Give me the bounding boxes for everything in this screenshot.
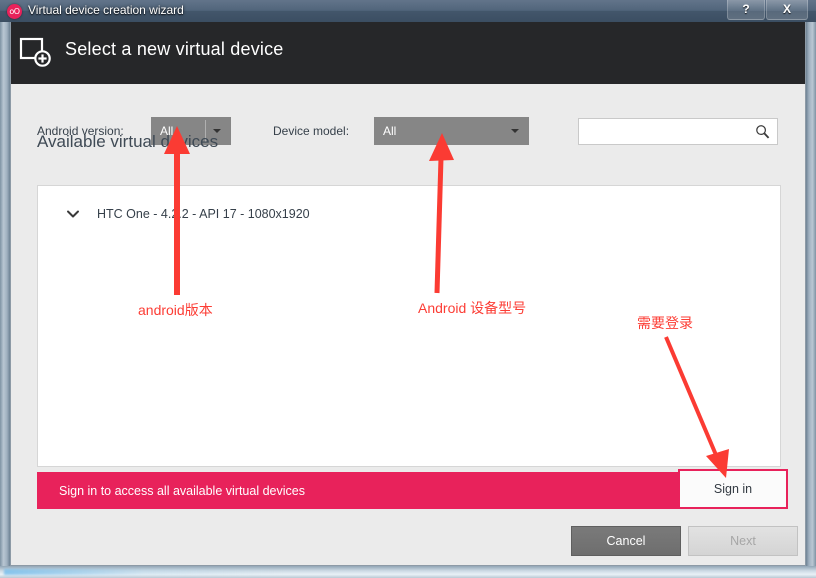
search-icon[interactable] [755,124,770,139]
signin-message: Sign in to access all available virtual … [59,483,305,498]
window-frame-right-edge [806,0,816,578]
device-model-value: All [383,124,397,138]
window-title: Virtual device creation wizard [28,3,184,17]
sign-in-button[interactable]: Sign in [678,469,788,509]
signin-banner: Sign in to access all available virtual … [37,469,788,509]
filter-bar: Android version: All Device model: All [11,84,805,145]
cancel-button[interactable]: Cancel [571,526,681,556]
genymotion-logo-icon: oO [7,4,22,19]
dialog-header: Select a new virtual device [11,22,805,84]
window-titlebar[interactable]: oO Virtual device creation wizard ? X [0,0,816,22]
window-frame-bottom-edge [0,566,816,578]
device-model-dropdown[interactable]: All [374,117,529,145]
device-name-label: HTC One - 4.2.2 - API 17 - 1080x1920 [97,207,310,221]
device-model-label: Device model: [273,124,350,138]
help-button[interactable]: ? [727,0,765,20]
add-device-icon [19,37,51,67]
list-item[interactable]: HTC One - 4.2.2 - API 17 - 1080x1920 [38,199,780,229]
next-button[interactable]: Next [688,526,798,556]
device-list-panel: HTC One - 4.2.2 - API 17 - 1080x1920 [37,185,781,467]
page-title: Select a new virtual device [65,39,284,59]
close-button[interactable]: X [766,0,808,20]
dialog-client-area: Select a new virtual device Android vers… [10,22,806,566]
chevron-down-icon[interactable] [65,206,81,222]
screenshot-root: oO Virtual device creation wizard ? X Se… [0,0,816,578]
chevron-down-icon [511,129,519,133]
window-frame-glow [4,569,284,575]
window-frame-left-edge [0,0,10,578]
search-box[interactable] [578,118,778,145]
dialog-footer: Cancel Next [11,522,805,565]
window-controls: ? X [726,0,808,20]
section-title: Available virtual devices [37,132,219,151]
search-input[interactable] [585,122,749,143]
